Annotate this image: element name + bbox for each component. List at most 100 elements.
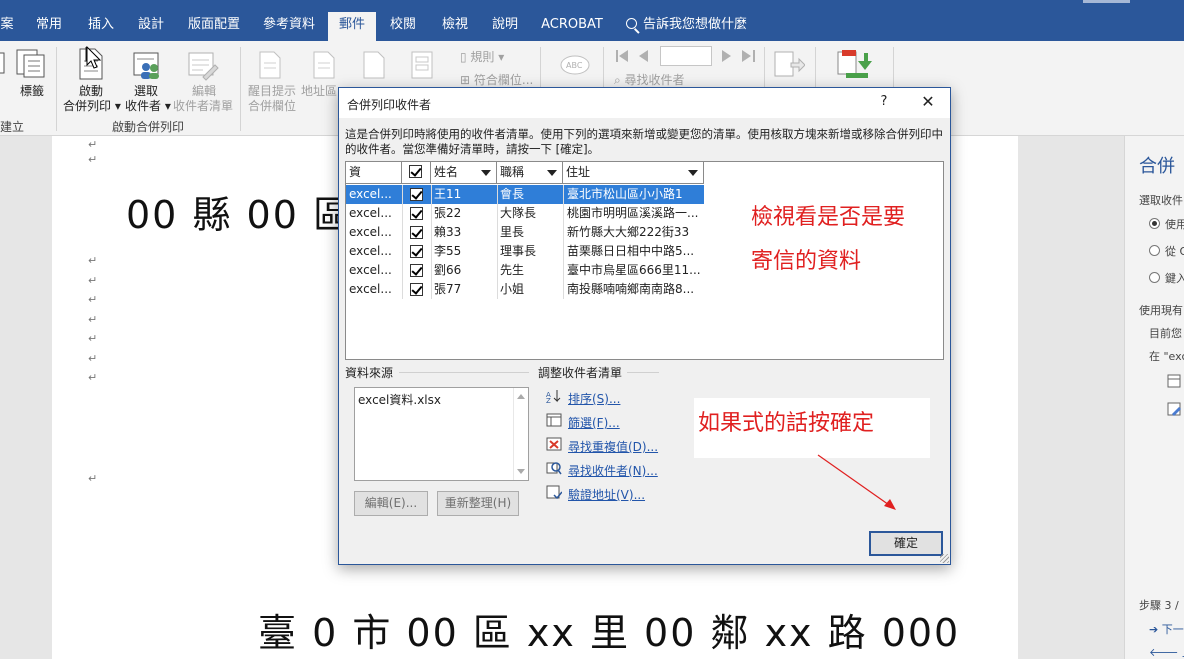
paragraph-mark: ↵	[88, 138, 98, 151]
pane-next-link[interactable]: ➔ 下一	[1149, 621, 1184, 637]
ribbon-tab-bar: 案 常用 插入 設計 版面配置 參考資料 郵件 校閱 檢視 說明 ACROBAT…	[0, 0, 1184, 41]
row-title: 理事長	[500, 244, 537, 258]
tab-references[interactable]: 參考資料	[254, 12, 324, 41]
row-checkbox[interactable]	[410, 245, 423, 258]
data-source-list[interactable]: excel資料.xlsx	[354, 387, 529, 481]
row-source: excel...	[349, 225, 392, 239]
filter-link[interactable]: 篩選(F)...	[568, 414, 620, 431]
row-checkbox[interactable]	[410, 207, 423, 220]
section-rule	[627, 372, 659, 373]
chevron-down-icon[interactable]	[688, 170, 698, 176]
tab-insert[interactable]: 插入	[78, 12, 124, 41]
tab-home[interactable]: 常用	[26, 12, 72, 41]
labels-button[interactable]: 標籤	[20, 82, 44, 99]
radio-use-existing[interactable]	[1149, 218, 1160, 229]
table-row[interactable]: excel... 賴33 里長 新竹縣大大鄉222街33	[346, 223, 704, 242]
find-recipient-label: 尋找收件者	[624, 73, 685, 87]
grid-line	[402, 242, 403, 261]
envelopes-icon[interactable]	[0, 51, 6, 77]
col-header-name[interactable]: 姓名	[431, 162, 497, 183]
validate-address-icon	[546, 485, 562, 499]
chevron-down-icon[interactable]	[481, 170, 491, 176]
scroll-down-icon[interactable]	[517, 469, 525, 474]
table-row[interactable]: excel... 張77 小姐 南投縣喃喃鄉南南路8...	[346, 280, 704, 299]
find-recipient-link[interactable]: 尋找收件者(N)...	[568, 462, 658, 479]
highlight-fields-icon	[259, 51, 281, 79]
pane-use-existing: 使用現有	[1139, 304, 1183, 317]
table-row[interactable]: excel... 王11 會長 臺北市松山區小小路1	[346, 185, 704, 204]
tab-mailings[interactable]: 郵件	[328, 12, 376, 41]
pane-in-file: 在 "exc	[1149, 350, 1184, 363]
data-source-label: 資料來源	[345, 366, 394, 380]
tab-review[interactable]: 校閱	[380, 12, 426, 41]
start-merge-button[interactable]: 合併列印 ▾	[63, 97, 121, 114]
search-icon	[626, 18, 637, 29]
scrollbar[interactable]	[513, 388, 528, 480]
tab-help[interactable]: 說明	[482, 12, 528, 41]
match-fields-button: ⊞ 符合欄位...	[460, 73, 534, 87]
ok-button[interactable]: 確定	[869, 531, 943, 556]
group-divider	[56, 47, 57, 131]
edit-list-icon[interactable]	[1167, 402, 1181, 416]
chevron-down-icon[interactable]	[547, 170, 557, 176]
grid-line	[402, 223, 403, 242]
window-control[interactable]	[1083, 0, 1130, 3]
table-row[interactable]: excel... 張22 大隊長 桃園市明明區溪溪路一...	[346, 204, 704, 223]
row-name: 張77	[434, 282, 462, 296]
row-checkbox[interactable]	[410, 283, 423, 296]
close-icon[interactable]: ✕	[917, 93, 939, 113]
labels-icon[interactable]	[16, 49, 46, 79]
tell-me-search[interactable]: 告訴我您想做什麼	[626, 12, 747, 40]
tab-acrobat[interactable]: ACROBAT	[536, 12, 608, 41]
refresh-button[interactable]: 重新整理(H)	[437, 491, 519, 516]
edit-recipient-list-icon[interactable]	[187, 51, 219, 81]
sort-link[interactable]: 排序(S)...	[568, 390, 620, 407]
row-title: 小姐	[500, 282, 525, 296]
record-number-input	[660, 46, 712, 66]
dialog-title-bar[interactable]: 合併列印收件者 ? ✕	[339, 88, 950, 118]
row-checkbox[interactable]	[410, 188, 423, 201]
tab-layout[interactable]: 版面配置	[180, 12, 248, 41]
finish-merge-icon	[774, 51, 805, 77]
scroll-up-icon[interactable]	[517, 394, 525, 399]
acrobat-merge-icon[interactable]	[836, 49, 872, 81]
row-checkbox[interactable]	[410, 226, 423, 239]
paragraph-mark: ↵	[88, 293, 98, 306]
grid-line	[402, 261, 403, 280]
insert-field-icon	[411, 51, 433, 79]
resize-grip[interactable]	[940, 554, 949, 563]
edit-button[interactable]: 編輯(E)...	[354, 491, 428, 516]
pane-prev-link[interactable]: 🡐 上一	[1149, 644, 1184, 659]
data-source-item[interactable]: excel資料.xlsx	[358, 391, 441, 408]
col-header-checkbox[interactable]	[402, 162, 431, 183]
tab-view[interactable]: 檢視	[432, 12, 478, 41]
row-name: 賴33	[434, 225, 462, 239]
pane-title: 合併	[1139, 156, 1175, 177]
dialog-title: 合併列印收件者	[347, 98, 432, 112]
tab-design[interactable]: 設計	[128, 12, 174, 41]
find-duplicates-link[interactable]: 尋找重複值(D)...	[568, 438, 658, 455]
row-checkbox[interactable]	[410, 264, 423, 277]
radio-from-outlook[interactable]	[1149, 245, 1160, 256]
tab-file[interactable]: 案	[0, 12, 14, 41]
table-row[interactable]: excel... 李55 理事長 苗栗縣日日相中中路5...	[346, 242, 704, 261]
table-row[interactable]: excel... 劉66 先生 臺中市烏星區666里11...	[346, 261, 704, 280]
row-source: excel...	[349, 206, 392, 220]
paragraph-mark: ↵	[88, 332, 98, 345]
row-name: 李55	[434, 244, 462, 258]
select-recipients-button[interactable]: 收件者 ▾	[125, 97, 171, 114]
rules-label: 規則	[470, 50, 495, 64]
validate-address-link[interactable]: 驗證地址(V)...	[568, 486, 645, 503]
help-button[interactable]: ?	[877, 94, 891, 109]
radio-type-new[interactable]	[1149, 272, 1160, 283]
col-header-source[interactable]: 資	[346, 162, 402, 183]
row-title: 會長	[500, 187, 525, 201]
grid-header: 資 姓名 職稱 住址	[346, 162, 704, 184]
col-header-address[interactable]: 住址	[563, 162, 704, 183]
select-list-icon[interactable]	[1167, 374, 1181, 388]
select-all-checkbox[interactable]	[409, 165, 422, 178]
select-recipients-icon[interactable]	[132, 51, 164, 81]
recipients-grid[interactable]: 資 姓名 職稱 住址 excel... 王11 會長 臺北市松山區小小路1 ex…	[345, 161, 944, 360]
col-header-title[interactable]: 職稱	[497, 162, 563, 183]
col-source-label: 資	[349, 165, 362, 179]
